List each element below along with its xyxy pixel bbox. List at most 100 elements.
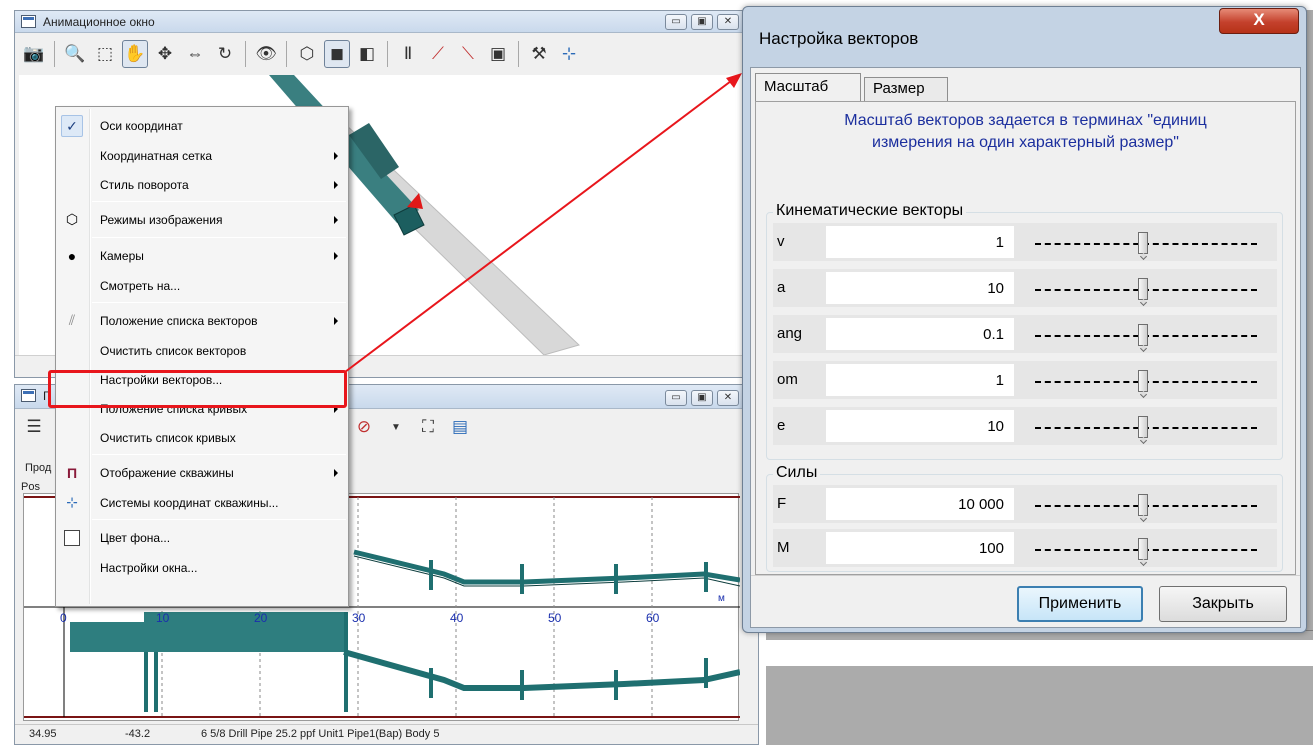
pan-hand-icon[interactable]: ✋	[122, 40, 148, 68]
vector-scale-slider[interactable]	[1023, 223, 1269, 261]
apply-button[interactable]: Применить	[1017, 586, 1143, 622]
tick-label: 20	[254, 611, 268, 625]
box-icon[interactable]: ▣	[485, 40, 511, 68]
dropdown-icon[interactable]: ▼	[383, 413, 409, 441]
coordinate-axes-icon[interactable]: ⊹	[556, 40, 582, 68]
tab-size[interactable]: Размер	[864, 77, 948, 101]
close-dialog-button[interactable]: Закрыть	[1159, 586, 1287, 622]
vector-row-om: om 1	[773, 361, 1277, 399]
menu-item-look-at[interactable]: Смотреть на...	[56, 271, 348, 300]
rotate-horizontal-icon[interactable]: ⇔	[182, 40, 208, 68]
vector-row-ang: ang 0.1	[773, 315, 1277, 353]
maximize-button[interactable]: ▣	[691, 14, 713, 30]
vector-scale-input[interactable]: 1	[825, 225, 1015, 259]
lower-profile-tick	[704, 658, 708, 688]
graph-window-title: Г	[43, 389, 50, 403]
menu-item-vector-list-position[interactable]: ⫽ Положение списка векторов	[56, 305, 348, 336]
force-scale-slider[interactable]	[1023, 529, 1269, 567]
menu-item-cameras[interactable]: ● Камеры	[56, 240, 348, 271]
menu-item-clear-vectors[interactable]: Очистить список векторов	[56, 336, 348, 365]
status-x: 34.95	[29, 728, 57, 740]
menu-item-well-coordinate-systems[interactable]: ⊹ Системы координат скважины...	[56, 488, 348, 517]
vector-scale-slider[interactable]	[1023, 315, 1269, 353]
menu-separator	[92, 302, 346, 303]
context-menu: ✓ Оси координат Координатная сетка Стиль…	[55, 106, 349, 607]
scale-note: Масштаб векторов задается в терминах "ед…	[756, 110, 1295, 154]
vector-row-a: a 10	[773, 269, 1277, 307]
menu-item-well-display[interactable]: Π Отображение скважины	[56, 457, 348, 488]
menu-item-curve-list-position[interactable]: Положение списка кривых	[56, 394, 348, 423]
zoom-window-icon[interactable]: ⬚	[92, 40, 118, 68]
rotate-icon[interactable]: ✥	[152, 40, 178, 68]
minimize-button[interactable]: ▭	[665, 14, 687, 30]
menu-item-background-color[interactable]: Цвет фона...	[56, 522, 348, 553]
vector-scale-input[interactable]: 0.1	[825, 317, 1015, 351]
axes-icon: ⊹	[66, 494, 78, 510]
graph-close-button[interactable]: ✕	[717, 390, 739, 406]
drill-icon[interactable]: ⚒	[526, 40, 552, 68]
lower-profile-tick	[344, 612, 348, 712]
axis-unit: м	[718, 593, 725, 604]
graph-maximize-button[interactable]: ▣	[691, 390, 713, 406]
tick-label: 10	[156, 611, 170, 625]
rotate-axis-icon[interactable]: ↻	[212, 40, 238, 68]
table-icon[interactable]: ▤	[447, 413, 473, 441]
vectors-icon: ⫽	[68, 312, 76, 328]
menu-item-label: Камеры	[100, 248, 144, 263]
fit-icon[interactable]: ⛶	[415, 413, 441, 441]
menu-item-vector-settings[interactable]: Настройки векторов...	[56, 365, 348, 394]
close-button[interactable]: ✕	[717, 14, 739, 30]
toolbar-separator	[286, 41, 287, 67]
solid-cube-icon[interactable]: ◼	[324, 40, 350, 68]
tab-panel-scale: Масштаб векторов задается в терминах "ед…	[755, 101, 1296, 575]
no-vectors-icon[interactable]: ⊘	[351, 413, 377, 441]
list-icon[interactable]: ☰	[21, 413, 47, 441]
shaded-cube-icon[interactable]: ◧	[354, 40, 380, 68]
slider-thumb[interactable]	[1138, 494, 1148, 516]
vector-scale-slider[interactable]	[1023, 361, 1269, 399]
animation-window-titlebar[interactable]: Анимационное окно ▭ ▣ ✕	[15, 11, 758, 33]
slider-thumb[interactable]	[1138, 370, 1148, 392]
upper-profile-tick	[704, 562, 708, 592]
lower-profile-tick	[429, 668, 433, 698]
submenu-arrow-icon	[334, 404, 338, 413]
well-icon[interactable]: Ⅱ	[395, 40, 421, 68]
vector-scale-slider[interactable]	[1023, 269, 1269, 307]
menu-item-clear-curves[interactable]: Очистить список кривых	[56, 423, 348, 452]
vector-red-icon[interactable]: ⟋	[425, 40, 451, 68]
eye-icon: ●	[67, 247, 77, 264]
force-scale-input[interactable]: 10 000	[825, 487, 1015, 521]
slider-thumb[interactable]	[1138, 538, 1148, 560]
vector-list-icon[interactable]: ⟍	[455, 40, 481, 68]
upper-profile-tick	[520, 564, 524, 594]
menu-item-rotation-style[interactable]: Стиль поворота	[56, 170, 348, 199]
lower-profile-block	[144, 612, 344, 652]
menu-item-axes[interactable]: ✓ Оси координат	[56, 110, 348, 141]
vector-scale-input[interactable]: 10	[825, 409, 1015, 443]
lower-profile-start	[70, 622, 144, 652]
wireframe-cube-icon[interactable]: ⬡	[294, 40, 320, 68]
toolbar-separator	[54, 41, 55, 67]
force-scale-input[interactable]: 100	[825, 531, 1015, 565]
vector-scale-input[interactable]: 10	[825, 271, 1015, 305]
slider-thumb[interactable]	[1138, 232, 1148, 254]
vector-scale-slider[interactable]	[1023, 407, 1269, 445]
submenu-arrow-icon	[334, 151, 338, 160]
status-element: 6 5/8 Drill Pipe 25.2 ppf Unit1 Pipe1(Ba…	[201, 728, 440, 740]
graph-minimize-button[interactable]: ▭	[665, 390, 687, 406]
tab-scale[interactable]: Масштаб	[755, 73, 861, 101]
menu-item-window-settings[interactable]: Настройки окна...	[56, 553, 348, 582]
slider-thumb[interactable]	[1138, 324, 1148, 346]
eye-icon[interactable]: 👁	[253, 40, 279, 68]
menu-item-display-modes[interactable]: ⬡ Режимы изображения	[56, 204, 348, 235]
tick-label: 40	[450, 611, 464, 625]
camera-snapshot-icon[interactable]: 📷	[21, 40, 47, 68]
menu-item-grid[interactable]: Координатная сетка	[56, 141, 348, 170]
dialog-close-button[interactable]: X	[1219, 8, 1299, 34]
force-scale-slider[interactable]	[1023, 485, 1269, 523]
vector-label: v	[777, 233, 785, 250]
vector-scale-input[interactable]: 1	[825, 363, 1015, 397]
slider-thumb[interactable]	[1138, 278, 1148, 300]
zoom-icon[interactable]: 🔍	[62, 40, 88, 68]
slider-thumb[interactable]	[1138, 416, 1148, 438]
